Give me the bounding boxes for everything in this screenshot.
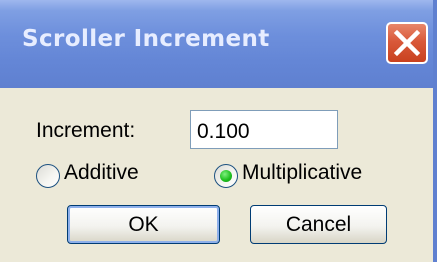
cancel-button[interactable]: Cancel: [250, 205, 387, 244]
multiplicative-label[interactable]: Multiplicative: [242, 161, 362, 185]
multiplicative-radio[interactable]: [214, 164, 238, 188]
increment-input[interactable]: [190, 110, 338, 149]
increment-label: Increment:: [36, 119, 136, 142]
window-title: Scroller Increment: [22, 26, 270, 52]
ok-button[interactable]: OK: [67, 205, 220, 244]
additive-radio[interactable]: [36, 164, 60, 188]
title-bar[interactable]: Scroller Increment: [0, 0, 437, 88]
close-button[interactable]: [386, 22, 428, 64]
close-x-icon: [393, 29, 421, 57]
window-frame-edge: [433, 0, 437, 262]
additive-label[interactable]: Additive: [64, 161, 139, 185]
radio-selected-dot: [220, 170, 232, 182]
scroller-increment-dialog: Scroller Increment Increment: Additive M…: [0, 0, 437, 262]
